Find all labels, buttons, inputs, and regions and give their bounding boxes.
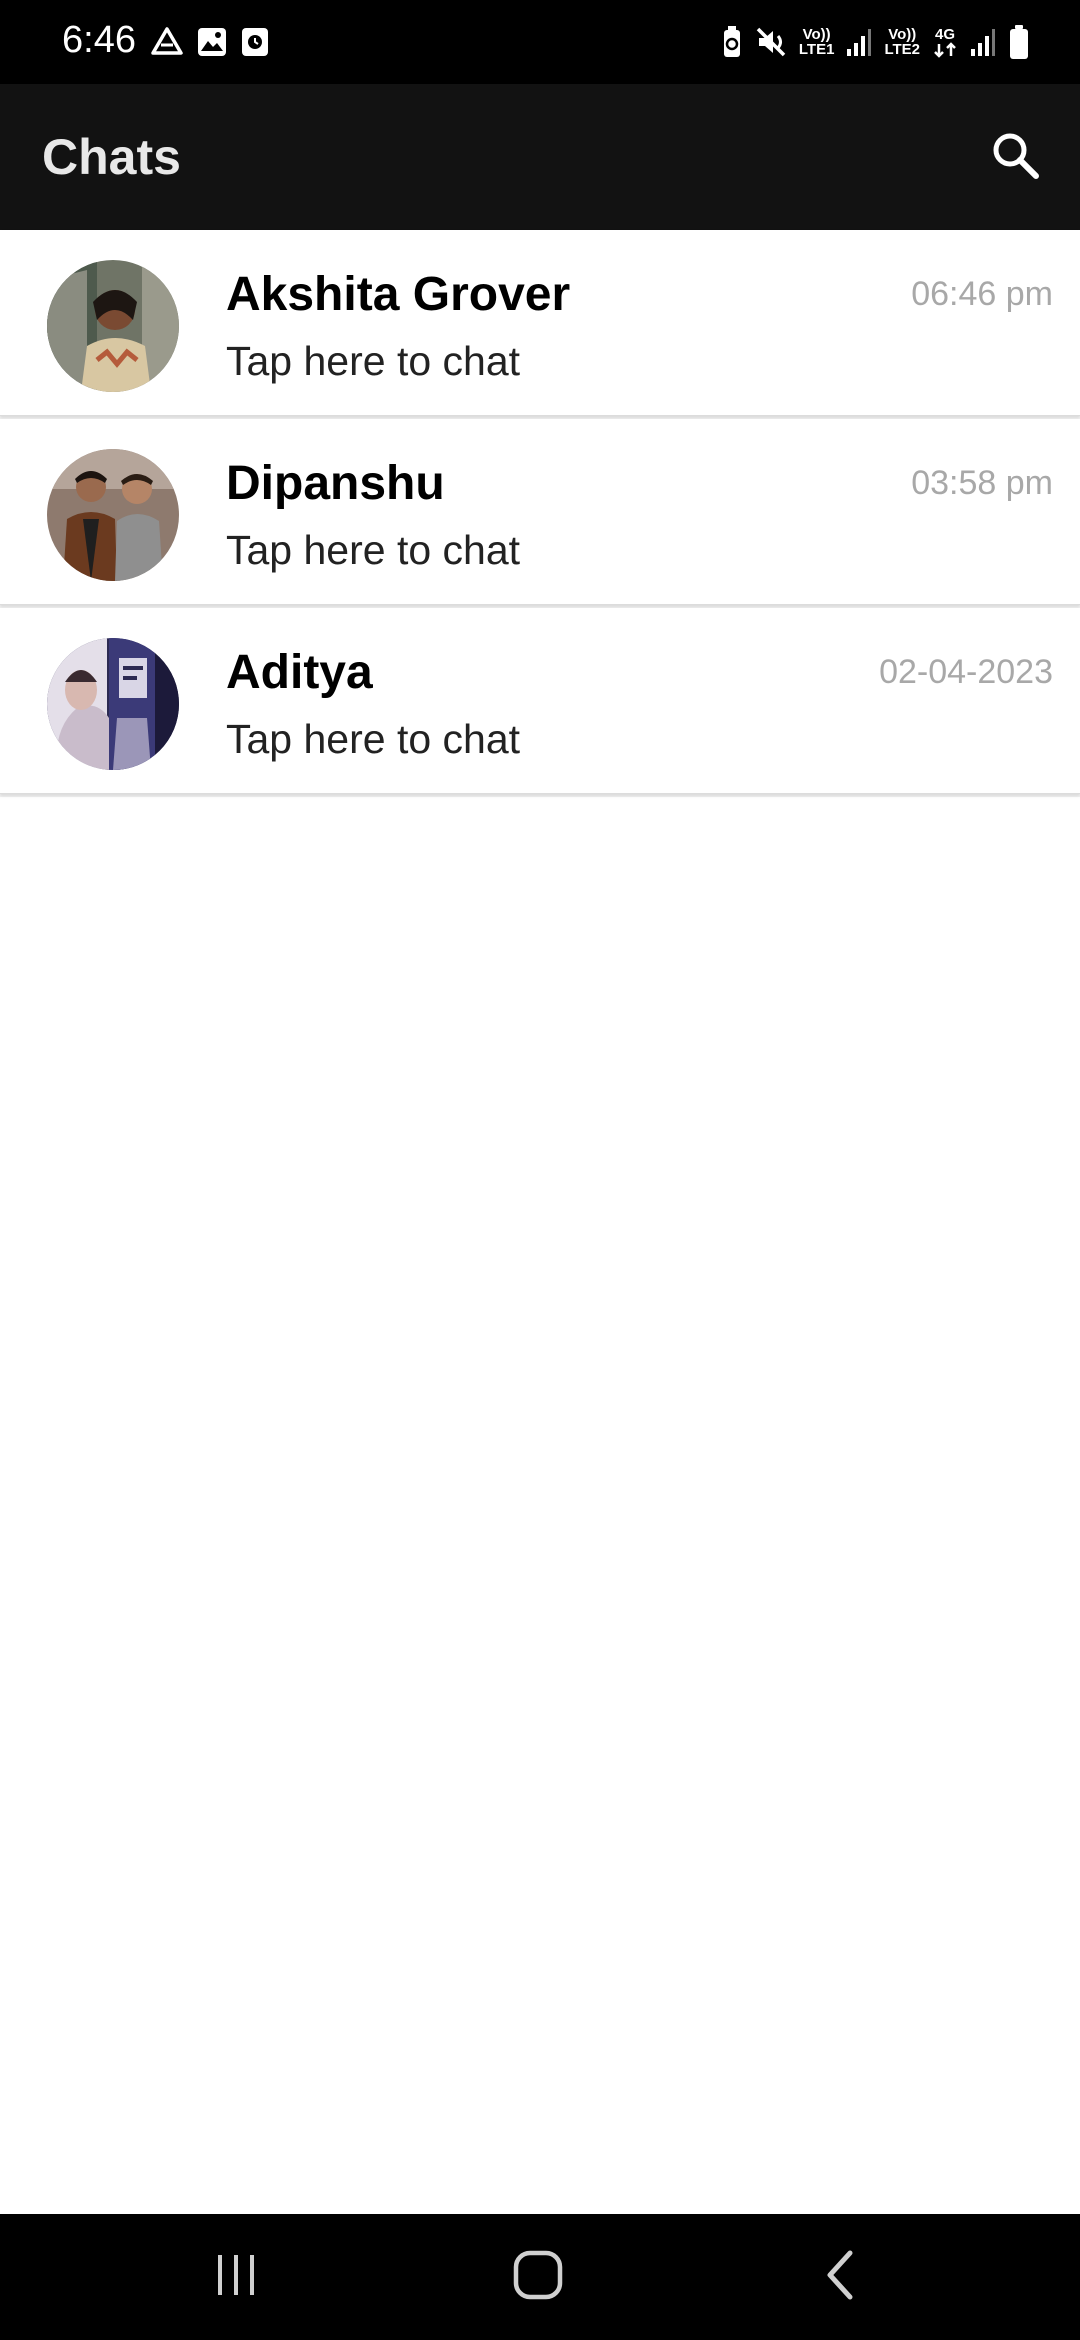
chat-preview: Tap here to chat xyxy=(226,527,521,573)
volte-lte2-icon: Vo)) LTE2 xyxy=(884,27,920,57)
chat-time: 03:58 pm xyxy=(911,464,1053,502)
sim2-label-top: Vo)) xyxy=(888,26,917,43)
volte-lte1-icon: Vo)) LTE1 xyxy=(799,27,835,57)
recents-icon[interactable] xyxy=(212,2251,260,2304)
signal-2-icon xyxy=(970,27,996,57)
chat-preview: Tap here to chat xyxy=(226,338,521,384)
chat-time: 02-04-2023 xyxy=(879,653,1053,691)
battery-icon xyxy=(1008,24,1030,60)
clock-app-icon xyxy=(240,26,270,58)
status-right-icons: Vo)) LTE1 Vo)) LTE2 4G xyxy=(721,20,1030,64)
page-title: Chats xyxy=(42,129,181,185)
chat-preview: Tap here to chat xyxy=(226,716,521,762)
recents-button[interactable] xyxy=(176,2232,296,2322)
avatar[interactable] xyxy=(47,449,179,581)
chat-list-item[interactable]: Dipanshu Tap here to chat 03:58 pm xyxy=(0,419,1080,605)
back-button[interactable] xyxy=(780,2232,900,2322)
app-bar: Chats xyxy=(0,84,1080,230)
chat-time: 06:46 pm xyxy=(911,275,1053,313)
battery-saver-icon xyxy=(721,25,743,59)
status-left-icons xyxy=(150,22,270,62)
drive-icon xyxy=(150,26,184,58)
search-icon[interactable] xyxy=(990,130,1042,187)
avatar[interactable] xyxy=(47,638,179,770)
chat-list: Akshita Grover Tap here to chat 06:46 pm… xyxy=(0,230,1080,797)
home-icon[interactable] xyxy=(512,2249,564,2306)
data-label: 4G xyxy=(934,25,955,43)
gallery-icon xyxy=(196,26,228,58)
mute-icon xyxy=(755,26,787,58)
chat-name: Akshita Grover xyxy=(226,268,571,321)
chat-list-item[interactable]: Akshita Grover Tap here to chat 06:46 pm xyxy=(0,230,1080,416)
chat-name: Aditya xyxy=(226,646,373,699)
signal-1-icon xyxy=(846,27,872,57)
back-icon[interactable] xyxy=(820,2249,860,2306)
status-time: 6:46 xyxy=(62,19,136,61)
home-button[interactable] xyxy=(478,2232,598,2322)
search-button[interactable] xyxy=(976,118,1056,198)
data-4g-icon: 4G xyxy=(932,27,958,58)
chat-name: Dipanshu xyxy=(226,457,445,510)
sim1-label-top: Vo)) xyxy=(802,26,831,43)
status-bar: 6:46 Vo)) LTE1 Vo)) LTE2 4G xyxy=(0,0,1080,84)
avatar[interactable] xyxy=(47,260,179,392)
sim2-label-bottom: LTE2 xyxy=(884,41,920,58)
system-nav-bar xyxy=(0,2214,1080,2340)
sim1-label-bottom: LTE1 xyxy=(798,41,835,58)
chat-list-item[interactable]: Aditya Tap here to chat 02-04-2023 xyxy=(0,608,1080,794)
